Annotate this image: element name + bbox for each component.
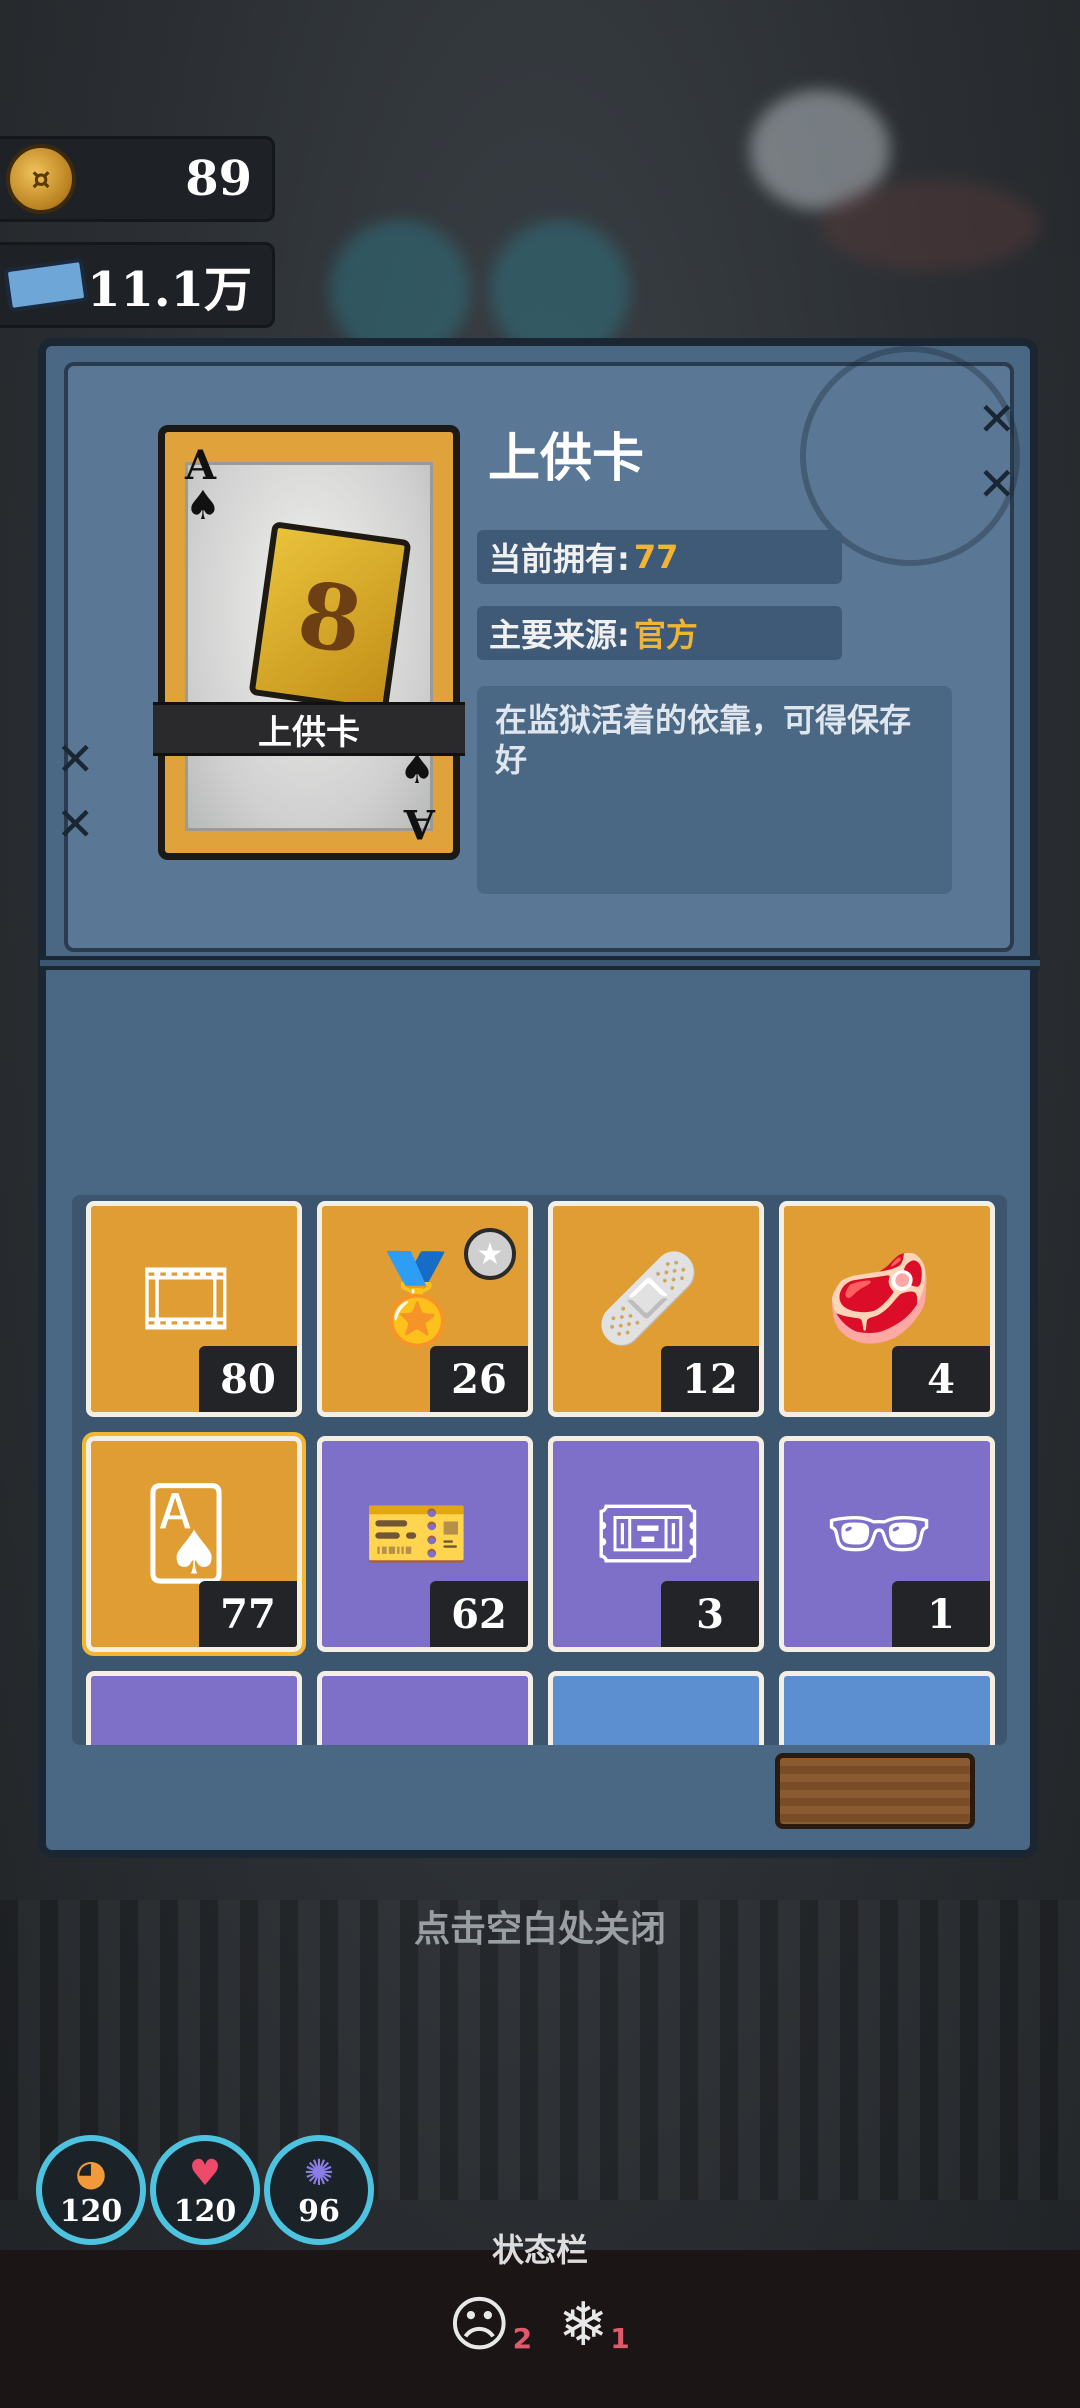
owned-value: 77 [633,538,679,576]
hunger-value: 120 [59,2194,123,2229]
item-count: 3 [661,1581,759,1647]
star-icon: ★ [464,1228,516,1280]
heart-icon: ♥ [188,2153,222,2194]
steak-poster-icon: 🥩 [825,1249,933,1349]
source-row: 主要来源: 官方 [477,606,842,660]
inventory-slot-tribute-card[interactable]: 🂡 77 [82,1432,306,1656]
blue-coupon-icon: 🎟 [593,1484,703,1584]
panel-divider [40,956,1040,970]
mood-count: 2 [512,2322,533,2355]
theater-masks-icon: ☹ [448,2290,511,2360]
card-name-banner: 上供卡 [153,702,465,756]
item-count: 4 [892,1346,990,1412]
ticket-value: 11.1万 [87,262,252,318]
item-description: 在监狱活着的依靠，可得保存好 [477,686,952,894]
inventory-slot-gold-badge[interactable]: 🏅 ★ 26 [317,1201,533,1417]
item-count: 26 [430,1346,528,1412]
inventory-slot-partial[interactable] [548,1671,764,1745]
item-count: 77 [199,1581,297,1647]
card-face: 8 [185,462,433,831]
medical-card-icon: 🩹 [594,1249,702,1349]
spade-icon: ♠ [185,482,221,529]
owned-label: 当前拥有: [489,540,630,578]
toy-ticket-icon: 🎫 [363,1484,471,1584]
inventory-slot-steak-poster[interactable]: 🥩 4 [779,1201,995,1417]
item-count: 1 [892,1581,990,1647]
tribute-card-icon: 🂡 [142,1484,230,1584]
tribute-card-art-icon: 8 [248,521,412,714]
inventory-slot-partial[interactable] [779,1671,995,1745]
close-hint[interactable]: 点击空白处关闭 [0,1900,1080,1952]
coin-value: 89 [185,151,252,207]
inventory-slot-sunglasses-card[interactable]: 🕶 1 [779,1436,995,1652]
sunglasses-card-icon: 🕶 [824,1484,934,1584]
source-value: 官方 [633,616,698,654]
wooden-plank-button[interactable] [775,1753,975,1829]
x-mark-icon: ✕ [56,797,95,851]
status-bar [0,2250,1080,2408]
inventory-grid[interactable]: 🎞 80 🏅 ★ 26 🩹 12 🥩 4 🂡 77 🎫 62 🎟 3 🕶 1 [72,1195,1007,1745]
brain-icon: ✺ [303,2153,335,2194]
coin-counter: ¤ 89 [0,136,275,222]
card-rank-bottom: A [403,800,435,847]
brain-value: 96 [298,2194,340,2229]
ticket-icon [3,257,89,313]
film-reel-icon: 🎞 [131,1249,241,1349]
background-blur-blob [820,180,1040,270]
status-mood[interactable]: ☹ 2 [448,2295,532,2355]
item-card-preview: 8 A ♠ ♠ A 上供卡 [153,425,465,860]
item-count: 12 [661,1346,759,1412]
hunger-icon: ◕ [75,2153,107,2194]
item-count: 62 [430,1581,528,1647]
owned-row: 当前拥有: 77 [477,530,842,584]
gold-badge-icon: 🏅 [363,1249,471,1349]
inventory-slot-film-reel[interactable]: 🎞 80 [86,1201,302,1417]
item-count: 80 [199,1346,297,1412]
inventory-slot-medical-card[interactable]: 🩹 12 [548,1201,764,1417]
status-cold[interactable]: ❄ 1 [558,2295,630,2355]
x-mark-icon: ✕ [977,457,1016,511]
inventory-slot-toy-ticket[interactable]: 🎫 62 [317,1436,533,1652]
snowflake-icon: ❄ [558,2290,609,2360]
x-mark-icon: ✕ [56,732,95,786]
inventory-slot-partial[interactable] [317,1671,533,1745]
inventory-slot-blue-coupon[interactable]: 🎟 3 [548,1436,764,1652]
status-bar-title: 状态栏 [491,2231,588,2269]
item-title: 上供卡 [488,429,645,489]
cold-count: 1 [610,2322,630,2355]
ticket-counter: 11.1万 [0,242,275,328]
inventory-slot-partial[interactable] [86,1671,302,1745]
health-value: 120 [173,2194,237,2229]
x-mark-icon: ✕ [977,392,1016,446]
source-label: 主要来源: [489,616,630,654]
coin-icon: ¤ [6,144,76,214]
